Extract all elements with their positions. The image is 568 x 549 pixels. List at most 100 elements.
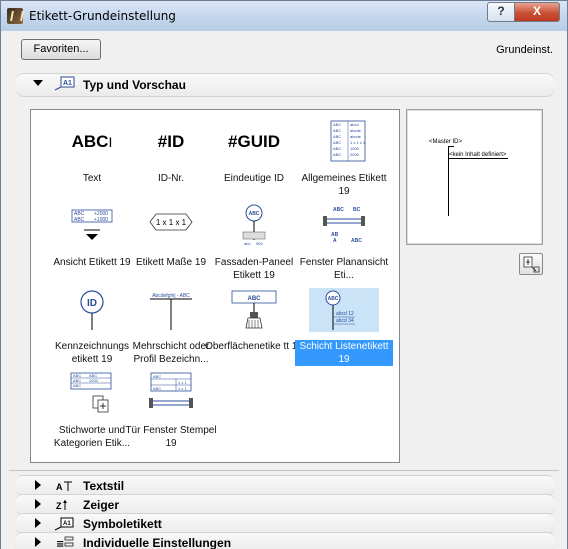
svg-text:ABC: ABC xyxy=(333,146,341,151)
label-type-item[interactable]: #ID ID-Nr. xyxy=(126,118,216,200)
svg-text:+1000: +1000 xyxy=(94,217,108,223)
svg-text:ABC: ABC xyxy=(328,296,339,302)
svg-text:abcd: abcd xyxy=(350,122,359,127)
label-type-item[interactable]: ABCI Text xyxy=(47,118,137,200)
section-label: Zeiger xyxy=(83,498,120,512)
expand-triangle-icon[interactable] xyxy=(33,80,43,86)
favoriten-button[interactable]: Favoriten... xyxy=(21,39,101,60)
label-preview-panel: <Master ID> <kein Inhalt definiert> xyxy=(406,109,543,245)
item-label: Oberflächenetike tt 19 xyxy=(205,341,303,352)
add-label-icon xyxy=(523,256,540,273)
svg-text:ABC: ABC xyxy=(248,296,262,302)
window-title: Etikett-Grundeinstellung xyxy=(29,9,176,23)
symbol-label-icon: A1 xyxy=(54,517,74,531)
general-label-icon: ABCABC ABCABC ABCABC abcdabcde abcde1 x … xyxy=(330,120,366,162)
elevation-label-icon: ABC +2000 ABC +1000 xyxy=(71,209,113,240)
label-type-item[interactable]: ABC Oberflächenetike tt 19 xyxy=(205,286,303,368)
keywords-categories-label-icon: ABC ABC ABC 1000 ABC xyxy=(70,372,112,413)
svg-text:1000: 1000 xyxy=(350,146,360,151)
section-typ-und-vorschau[interactable]: A1 Typ und Vorschau xyxy=(15,73,555,97)
layer-list-label-icon: ABC abcd 12 abcd 34 xyxy=(309,288,379,332)
item-label: Fassaden-Paneel Etikett 19 xyxy=(214,257,294,281)
label-type-item[interactable]: ABC abc 900 Fassaden-Paneel Etikett 19 xyxy=(209,202,299,284)
svg-text:1 x 1: 1 x 1 xyxy=(178,386,187,391)
dimension-label-icon: 1 x 1 x 1 xyxy=(149,213,193,231)
composite-profile-label-icon: Abcdefghij - ABC xyxy=(150,293,192,330)
svg-text:abcde: abcde xyxy=(350,134,362,139)
section-symboletikett[interactable]: A1 Symboletikett xyxy=(15,513,555,534)
id-type-icon: #ID xyxy=(157,132,185,151)
section-label: Typ und Vorschau xyxy=(83,78,186,92)
label-tool-icon: A1 xyxy=(54,76,75,91)
section-label: Individuelle Einstellungen xyxy=(83,536,232,549)
svg-text:Abcdefghij - ABC: Abcdefghij - ABC xyxy=(152,293,190,299)
text-type-icon: ABCI xyxy=(71,132,113,151)
expand-triangle-icon[interactable] xyxy=(35,499,41,509)
item-label: Eindeutige ID xyxy=(223,173,285,184)
curtain-wall-panel-icon: ABC abc 900 xyxy=(242,204,266,246)
dialog-window: Etikett-Grundeinstellung ? X Favoriten..… xyxy=(0,0,568,549)
section-individuelle-einstellungen[interactable]: ≡ Individuelle Einstellungen xyxy=(15,532,555,549)
label-type-item[interactable]: ABC ABC ABC ABC ABC ABC abcd abcde abcde 1 x … xyxy=(299,118,389,200)
svg-text:abcd 12: abcd 12 xyxy=(336,311,354,317)
svg-text:ABC: ABC xyxy=(74,217,85,223)
label-type-item[interactable]: 1 x 1 x 1 Etikett Maße 19 xyxy=(126,202,216,284)
help-button[interactable]: ? xyxy=(487,2,515,22)
window-plan-label-icon: ABC BC ABA ABC xyxy=(323,207,365,244)
section-label: Symboletikett xyxy=(83,517,162,531)
expand-triangle-icon[interactable] xyxy=(35,537,41,547)
door-window-stamp-icon: ABC 1 x 1 1 x 1 ABC xyxy=(149,372,193,408)
svg-text:ID: ID xyxy=(87,298,97,309)
svg-text:abcde: abcde xyxy=(350,128,362,133)
svg-text:ABC: ABC xyxy=(351,238,362,244)
svg-text:1 x 1 x 1: 1 x 1 x 1 xyxy=(350,140,366,145)
label-type-item[interactable]: ABC 1 x 1 1 x 1 ABC Tür Fenster Stempel … xyxy=(125,370,217,452)
section-zeiger[interactable]: Z Zeiger xyxy=(15,494,555,515)
preview-content: <kein Inhalt definiert> xyxy=(449,152,509,159)
svg-text:1 x 1 x 1: 1 x 1 x 1 xyxy=(156,218,187,227)
add-to-label-button[interactable] xyxy=(519,253,543,275)
svg-text:2000: 2000 xyxy=(350,152,360,157)
close-button[interactable]: X xyxy=(514,2,560,22)
svg-text:ABC: ABC xyxy=(333,122,341,127)
svg-text:ABC: ABC xyxy=(153,386,161,391)
label-type-item[interactable]: ABC +2000 ABC +1000 Ansicht Etikett 19 xyxy=(47,202,137,284)
archicad-app-icon xyxy=(7,8,23,24)
label-type-grid[interactable]: ABCI Text #ID ID-Nr. #GUID Eindeutige ID… xyxy=(30,109,400,463)
guid-type-icon: #GUID xyxy=(228,132,280,151)
svg-text:1 x 1: 1 x 1 xyxy=(178,380,187,385)
svg-text:ABC: ABC xyxy=(333,207,344,213)
expand-triangle-icon[interactable] xyxy=(35,480,41,490)
svg-text:ABC: ABC xyxy=(333,134,341,139)
label-type-item[interactable]: #GUID Eindeutige ID xyxy=(209,118,299,200)
label-type-item[interactable]: ABC BC AB A ABC Fenster Planansicht Eti... xyxy=(299,202,389,284)
svg-text:abc: abc xyxy=(244,241,250,246)
text-style-icon: A xyxy=(56,481,72,492)
label-type-item[interactable]: Abcdefghij - ABC Mehrschicht oder Profil… xyxy=(126,286,216,368)
svg-text:Z: Z xyxy=(56,501,62,511)
label-type-item-selected[interactable]: ABC abcd 12 abcd 34 Schicht Listenetiket… xyxy=(295,286,393,368)
item-label: Schicht Listenetikett 19 xyxy=(295,340,393,366)
svg-text:ABC: ABC xyxy=(333,140,341,145)
svg-text:A: A xyxy=(56,482,63,492)
expand-triangle-icon[interactable] xyxy=(35,518,41,528)
pointer-icon: Z xyxy=(56,500,67,511)
title-bar[interactable]: Etikett-Grundeinstellung ? X xyxy=(1,1,567,31)
svg-text:A: A xyxy=(333,238,337,244)
svg-text:ABC: ABC xyxy=(333,128,341,133)
preview-master-id: <Master ID> xyxy=(429,139,463,145)
svg-text:BC: BC xyxy=(353,207,361,213)
custom-settings-icon: ≡ xyxy=(56,536,74,549)
svg-text:ABC: ABC xyxy=(333,152,341,157)
status-text: Grundeinst. xyxy=(496,44,553,56)
svg-text:abcd 34: abcd 34 xyxy=(336,318,354,324)
top-toolbar: Favoriten... Grundeinst. xyxy=(1,31,567,65)
surface-label-icon: ABC xyxy=(231,290,277,329)
svg-text:ABC: ABC xyxy=(249,211,260,217)
svg-text:1000: 1000 xyxy=(89,378,99,383)
marker-label-icon: ID xyxy=(80,290,104,330)
item-label: Allgemeines Etikett 19 xyxy=(301,173,387,197)
section-textstil[interactable]: A Textstil xyxy=(15,475,555,496)
item-label: Fenster Planansicht Eti... xyxy=(299,257,389,281)
svg-text:ABC: ABC xyxy=(153,374,161,379)
